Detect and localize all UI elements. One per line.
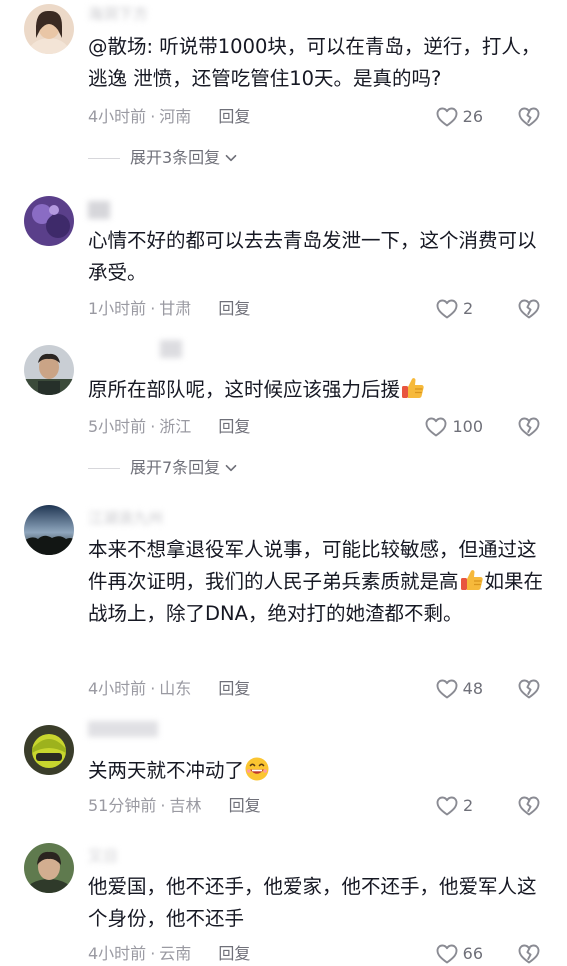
comment-time: 5小时前 (88, 417, 147, 436)
avatar[interactable] (24, 4, 74, 54)
expand-replies-label: 展开7条回复 (130, 458, 221, 477)
username[interactable]: 江湖浪九州 (88, 508, 163, 528)
heart-outline-icon[interactable] (435, 794, 459, 818)
username[interactable] (88, 721, 158, 741)
expand-replies-button[interactable]: 展开3条回复 (88, 146, 238, 170)
comment-location: 河南 (159, 107, 192, 126)
chevron-down-icon (224, 461, 238, 475)
broken-heart-icon[interactable] (517, 105, 541, 129)
separator-dot: · (150, 107, 156, 126)
comment-location: 浙江 (159, 417, 192, 436)
comment-meta: 5小时前 · 浙江 回复 100 (88, 415, 541, 439)
grinning-emoji (244, 756, 270, 782)
separator-dot: · (160, 796, 166, 815)
broken-heart-icon[interactable] (517, 297, 541, 321)
reply-button[interactable]: 回复 (218, 107, 250, 126)
reply-button[interactable]: 回复 (218, 417, 250, 436)
comment-text: 他爱国，他不还手，他爱家，他不还手，他爱军人这个身份，他不还手 (88, 875, 537, 930)
like-count: 100 (452, 417, 483, 436)
comment-meta: 4小时前 · 云南 回复 66 (88, 942, 541, 966)
separator-dot: · (150, 299, 156, 318)
comment-text: 原所在部队呢，这时候应该强力后援 (88, 374, 550, 406)
comment-meta: 4小时前 · 山东 回复 48 (88, 677, 541, 701)
heart-outline-icon[interactable] (435, 942, 459, 966)
divider-line (88, 157, 120, 159)
reply-button[interactable]: 回复 (218, 299, 250, 318)
like-count: 66 (462, 944, 483, 963)
thumbs-up-emoji (400, 375, 426, 401)
comment-text: @散场: 听说带1000块，可以在青岛，逆行，打人，逃逸 泄愤，还管吃管住10天… (88, 35, 541, 90)
comment-text: 心情不好的都可以去去青岛发泄一下，这个消费可以承受。 (88, 229, 537, 284)
comment-actions: 100 (424, 415, 541, 439)
comment-location: 吉林 (169, 796, 202, 815)
comment-actions: 66 (435, 942, 541, 966)
expand-replies-label: 展开3条回复 (130, 148, 221, 167)
comment-time: 4小时前 (88, 679, 147, 698)
broken-heart-icon[interactable] (517, 942, 541, 966)
comment-actions: 2 (435, 794, 541, 818)
username[interactable] (88, 340, 182, 360)
username[interactable]: 又日 (88, 846, 118, 866)
expand-replies-button[interactable]: 展开7条回复 (88, 456, 238, 480)
comment-meta: 1小时前 · 甘肃 回复 2 (88, 297, 541, 321)
comment-time: 4小时前 (88, 107, 147, 126)
divider-line (88, 467, 120, 469)
comment-text-content: 关两天就不冲动了 (88, 759, 245, 782)
broken-heart-icon[interactable] (517, 677, 541, 701)
comment-location: 山东 (159, 679, 192, 698)
comment-text: 关两天就不冲动了 (88, 755, 550, 787)
comment-text-content: 原所在部队呢，这时候应该强力后援 (88, 378, 401, 401)
broken-heart-icon[interactable] (517, 794, 541, 818)
heart-outline-icon[interactable] (435, 105, 459, 129)
separator-dot: · (150, 417, 156, 436)
comment-actions: 48 (435, 677, 541, 701)
comment-time: 4小时前 (88, 944, 147, 963)
like-count: 2 (463, 796, 474, 815)
like-count: 48 (462, 679, 483, 698)
reply-button[interactable]: 回复 (218, 679, 250, 698)
username[interactable]: 海洞下方 (88, 4, 148, 24)
comment-actions: 2 (435, 297, 541, 321)
heart-outline-icon[interactable] (424, 415, 448, 439)
thumbs-up-emoji (459, 567, 485, 593)
broken-heart-icon[interactable] (517, 415, 541, 439)
avatar[interactable] (24, 725, 74, 775)
heart-outline-icon[interactable] (435, 297, 459, 321)
comment-actions: 26 (435, 105, 541, 129)
avatar[interactable] (24, 196, 74, 246)
comment-location: 云南 (159, 944, 192, 963)
heart-outline-icon[interactable] (435, 677, 459, 701)
chevron-down-icon (224, 151, 238, 165)
comment-location: 甘肃 (159, 299, 192, 318)
separator-dot: · (150, 944, 156, 963)
username[interactable] (88, 201, 110, 221)
comment-meta: 51分钟前 · 吉林 回复 2 (88, 794, 541, 818)
like-count: 26 (462, 107, 483, 126)
comment-text: 本来不想拿退役军人说事，可能比较敏感，但通过这件再次证明，我们的人民子弟兵素质就… (88, 534, 550, 630)
comment-time: 51分钟前 (88, 796, 157, 815)
like-count: 2 (463, 299, 474, 318)
comment-meta: 4小时前 · 河南 回复 26 (88, 105, 541, 129)
comment-time: 1小时前 (88, 299, 147, 318)
separator-dot: · (150, 679, 156, 698)
reply-button[interactable]: 回复 (229, 796, 261, 815)
avatar[interactable] (24, 505, 74, 555)
avatar[interactable] (24, 843, 74, 893)
avatar[interactable] (24, 345, 74, 395)
reply-button[interactable]: 回复 (218, 944, 250, 963)
